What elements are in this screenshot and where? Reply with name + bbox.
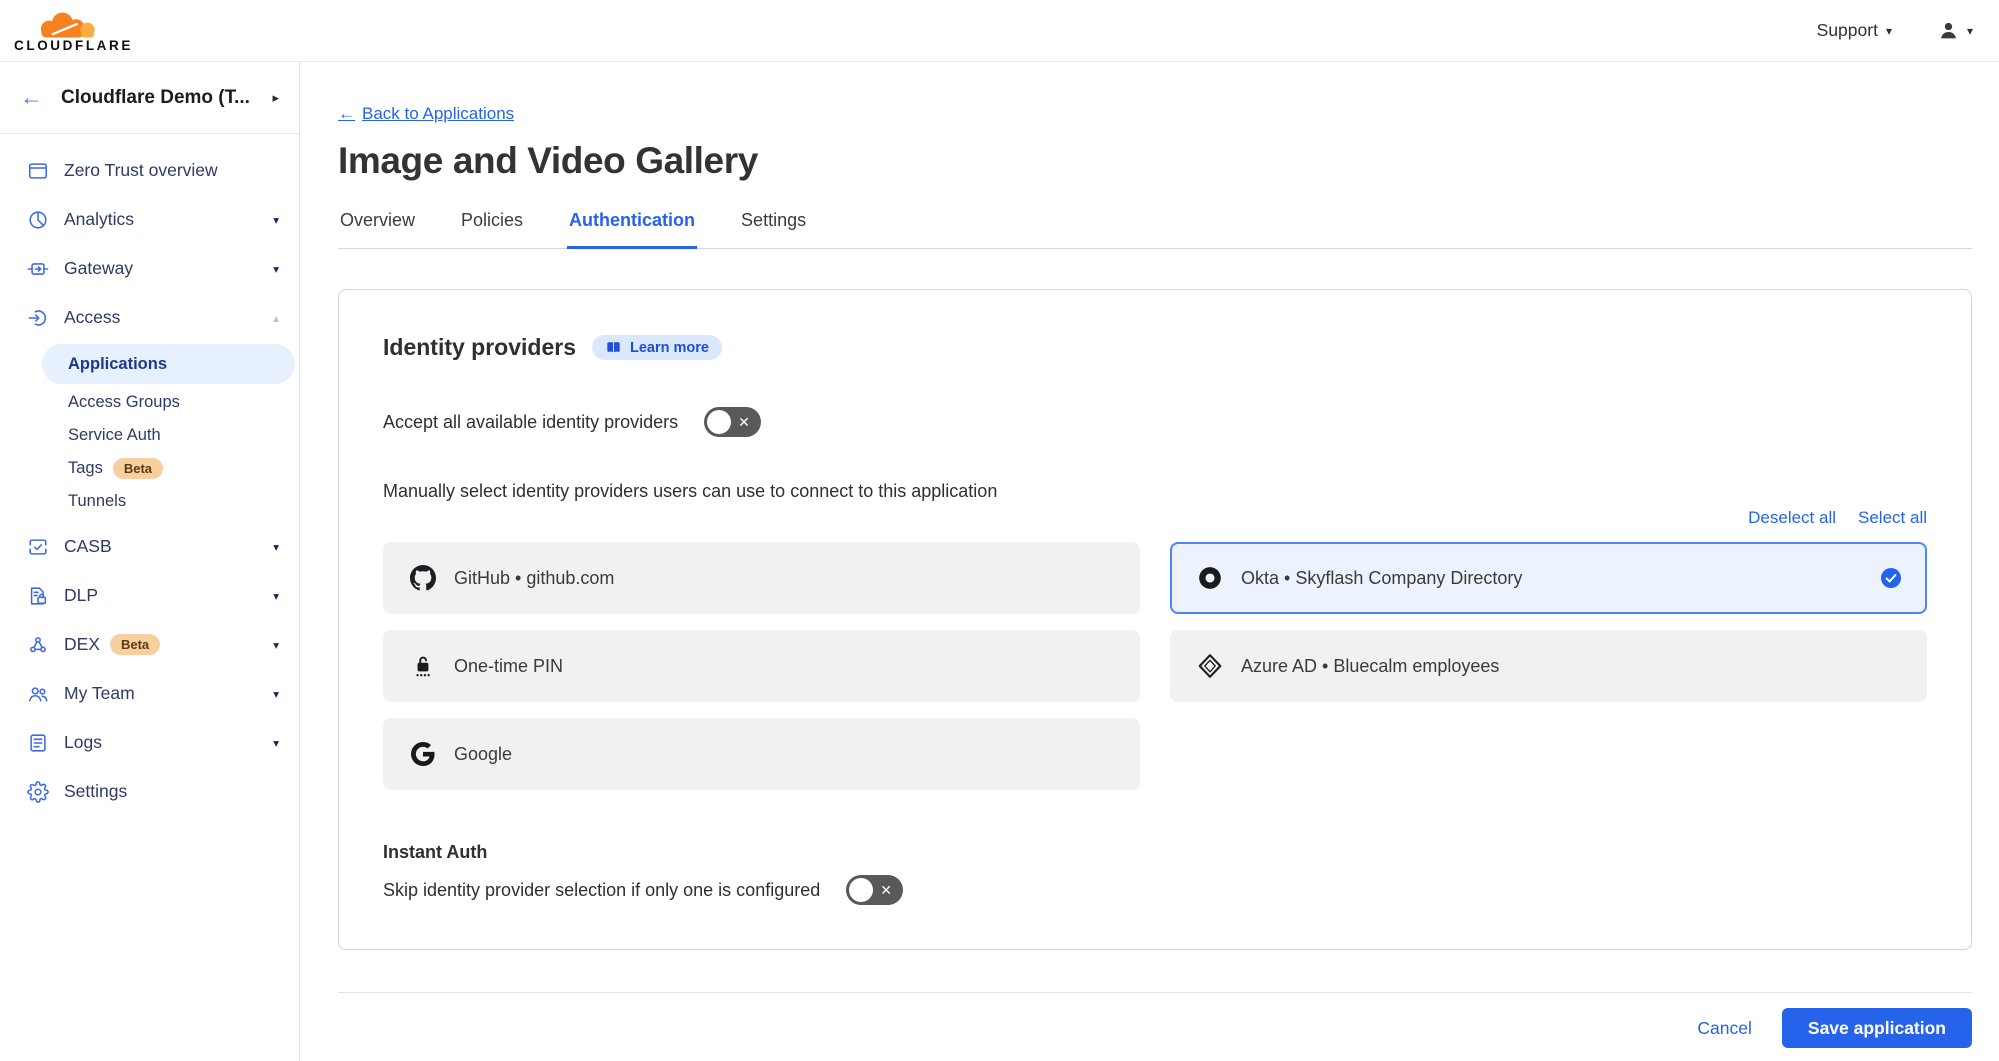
main-content: ← Back to Applications Image and Video G… (300, 62, 1999, 1061)
back-arrow-icon: ← (338, 104, 355, 124)
save-application-button[interactable]: Save application (1782, 1008, 1972, 1048)
instant-auth-heading: Instant Auth (383, 842, 1927, 863)
one-time-pin-icon (409, 653, 437, 679)
identity-providers-card: Identity providers Learn more Accept all… (338, 289, 1972, 950)
accept-all-label: Accept all available identity providers (383, 412, 678, 433)
footer-actions: Cancel Save application (338, 1008, 1972, 1048)
cloudflare-logo[interactable]: CLOUDFLARE (14, 9, 133, 53)
sidebar-item-tunnels[interactable]: Tunnels (0, 485, 299, 518)
chevron-down-icon: ▾ (273, 687, 279, 701)
sidebar-item-analytics[interactable]: Analytics ▾ (0, 195, 299, 244)
logs-icon (27, 732, 49, 754)
cancel-button[interactable]: Cancel (1697, 1018, 1751, 1039)
provider-card-azure-ad[interactable]: Azure AD • Bluecalm employees (1170, 630, 1927, 702)
tab-bar: Overview Policies Authentication Setting… (338, 210, 1972, 249)
chevron-down-icon: ▾ (273, 213, 279, 227)
sidebar-item-dex[interactable]: DEX Beta ▾ (0, 620, 299, 669)
sidebar: ← Cloudflare Demo (T... ▸ Zero Trust ove… (0, 62, 300, 1061)
user-icon (1938, 20, 1959, 41)
window-icon (27, 160, 49, 182)
check-circle-icon (1881, 568, 1901, 588)
account-name: Cloudflare Demo (T... (61, 87, 250, 109)
back-link[interactable]: ← Back to Applications (338, 104, 514, 124)
sidebar-item-service-auth[interactable]: Service Auth (0, 419, 299, 452)
provider-card-one-time-pin[interactable]: One-time PIN (383, 630, 1140, 702)
azure-ad-icon (1196, 653, 1224, 679)
page-title: Image and Video Gallery (338, 140, 1972, 182)
user-menu-button[interactable]: ▾ (1938, 20, 1973, 41)
provider-label: Azure AD • Bluecalm employees (1241, 656, 1499, 677)
instant-auth-toggle[interactable]: ✕ (846, 875, 903, 905)
beta-badge: Beta (110, 634, 160, 655)
learn-more-badge[interactable]: Learn more (592, 335, 722, 360)
card-heading: Identity providers (383, 334, 576, 361)
chevron-down-icon: ▾ (273, 736, 279, 750)
sidebar-item-access-groups[interactable]: Access Groups (0, 386, 299, 419)
cloudflare-cloud-icon (26, 9, 122, 41)
gear-icon (27, 781, 49, 803)
caret-down-icon: ▾ (1886, 24, 1892, 38)
caret-down-icon: ▾ (1967, 24, 1973, 38)
chevron-down-icon: ▾ (273, 638, 279, 652)
analytics-icon (27, 209, 49, 231)
provider-label: One-time PIN (454, 656, 563, 677)
chevron-down-icon: ▾ (273, 540, 279, 554)
sidebar-item-dlp[interactable]: DLP ▾ (0, 571, 299, 620)
sidebar-item-settings[interactable]: Settings (0, 767, 299, 816)
sidebar-item-my-team[interactable]: My Team ▾ (0, 669, 299, 718)
sidebar-item-tags[interactable]: Tags Beta (0, 452, 299, 485)
brand-wordmark: CLOUDFLARE (14, 38, 133, 53)
sidebar-header: ← Cloudflare Demo (T... ▸ (0, 62, 299, 134)
dlp-icon (27, 585, 49, 607)
provider-grid: GitHub • github.com Okta • Skyflash Comp… (383, 542, 1927, 790)
toggle-off-x-icon: ✕ (880, 882, 892, 899)
tab-policies[interactable]: Policies (459, 210, 525, 248)
book-icon (605, 339, 622, 356)
access-subnav: Applications Access Groups Service Auth … (0, 344, 299, 518)
gateway-icon (27, 258, 49, 280)
tab-authentication[interactable]: Authentication (567, 210, 697, 249)
tab-overview[interactable]: Overview (338, 210, 417, 248)
my-team-icon (27, 683, 49, 705)
sidebar-item-access[interactable]: Access ▴ (0, 293, 299, 342)
sidebar-item-applications[interactable]: Applications (42, 344, 295, 384)
provider-label: Google (454, 744, 512, 765)
sidebar-item-zero-trust-overview[interactable]: Zero Trust overview (0, 146, 299, 195)
sidebar-item-gateway[interactable]: Gateway ▾ (0, 244, 299, 293)
select-all-link[interactable]: Select all (1858, 508, 1927, 528)
manual-select-text: Manually select identity providers users… (383, 481, 1927, 502)
sidebar-item-logs[interactable]: Logs ▾ (0, 718, 299, 767)
beta-badge: Beta (113, 458, 163, 479)
support-label: Support (1817, 20, 1878, 41)
chevron-down-icon: ▾ (273, 262, 279, 276)
google-icon (409, 742, 437, 766)
provider-card-okta[interactable]: Okta • Skyflash Company Directory (1170, 542, 1927, 614)
casb-icon (27, 536, 49, 558)
toggle-knob (707, 410, 731, 434)
chevron-up-icon: ▴ (273, 311, 279, 325)
provider-label: GitHub • github.com (454, 568, 614, 589)
back-arrow-icon[interactable]: ← (20, 86, 43, 109)
support-button[interactable]: Support ▾ (1817, 20, 1892, 41)
provider-card-google[interactable]: Google (383, 718, 1140, 790)
sidebar-nav: Zero Trust overview Analytics ▾ Gateway … (0, 134, 299, 816)
tab-settings[interactable]: Settings (739, 210, 808, 248)
accept-all-toggle[interactable]: ✕ (704, 407, 761, 437)
instant-auth-label: Skip identity provider selection if only… (383, 880, 820, 901)
topbar: CLOUDFLARE Support ▾ ▾ (0, 0, 1999, 62)
provider-card-github[interactable]: GitHub • github.com (383, 542, 1140, 614)
toggle-off-x-icon: ✕ (738, 414, 750, 431)
sidebar-item-casb[interactable]: CASB ▾ (0, 522, 299, 571)
okta-icon (1196, 565, 1224, 591)
github-icon (409, 565, 437, 591)
toggle-knob (849, 878, 873, 902)
footer-divider (338, 992, 1972, 993)
access-icon (27, 307, 49, 329)
provider-label: Okta • Skyflash Company Directory (1241, 568, 1522, 589)
chevron-down-icon: ▾ (273, 589, 279, 603)
deselect-all-link[interactable]: Deselect all (1748, 508, 1836, 528)
dex-icon (27, 634, 49, 656)
chevron-right-icon[interactable]: ▸ (272, 90, 279, 106)
